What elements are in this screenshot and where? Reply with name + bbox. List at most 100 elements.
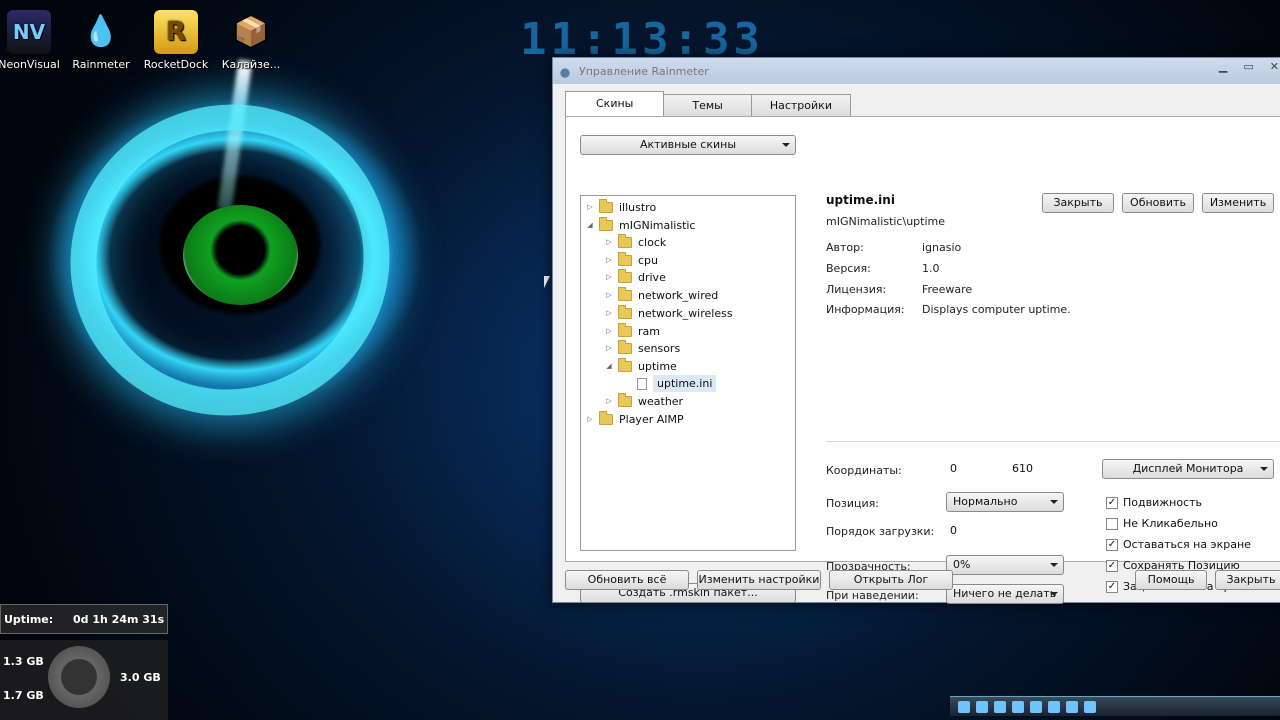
folder-icon — [618, 252, 632, 266]
expand-icon[interactable]: ▷ — [604, 252, 614, 269]
tree-node-mignimalistic[interactable]: ◢ mIGNimalistic — [585, 217, 695, 234]
tree-node-label: drive — [638, 271, 666, 284]
mouse-cursor — [544, 276, 550, 288]
folder-icon — [618, 340, 632, 354]
info-label: Информация: — [826, 303, 905, 316]
collapse-icon[interactable]: ◢ — [604, 358, 614, 375]
tree-node-illustro[interactable]: ▷ illustro — [585, 199, 656, 216]
tree-node-label: mIGNimalistic — [619, 219, 696, 232]
title-bar[interactable]: Управление Rainmeter — [553, 58, 1280, 84]
expand-icon[interactable]: ▷ — [585, 411, 595, 428]
coords-label: Координаты: — [826, 464, 902, 477]
expand-icon[interactable]: ▷ — [604, 269, 614, 286]
desktop-icon-rainmeter[interactable]: 💧 Rainmeter — [64, 10, 138, 71]
skins-tree: ▷ illustro ◢ mIGNimalistic ▷ clock ▷ cpu ▷ dr… — [580, 195, 796, 551]
keep-on-screen-checkbox[interactable]: ✓ Оставаться на экране — [1106, 538, 1251, 551]
installer-icon: 📦 — [233, 15, 269, 48]
edit-skin-button[interactable]: Изменить — [1202, 193, 1274, 213]
coord-x-field[interactable]: 0 — [950, 462, 957, 475]
tree-node-label: network_wireless — [638, 307, 733, 320]
minimize-icon[interactable]: ▁ — [1219, 60, 1227, 73]
tree-node-label: sensors — [638, 342, 681, 355]
expand-icon[interactable]: ▷ — [604, 393, 614, 410]
tree-node-label: uptime.ini — [653, 375, 717, 392]
folder-icon — [599, 411, 613, 425]
dock-item-icon[interactable] — [1066, 701, 1078, 713]
tree-node-network-wired[interactable]: ▷ network_wired — [604, 287, 718, 304]
tree-node-uptime-ini[interactable]: uptime.ini — [633, 375, 717, 392]
uptime-widget[interactable]: Uptime: 0d 1h 24m 31s — [0, 604, 168, 634]
rainmeter-window: Управление Rainmeter ▁ ▭ ✕ Скины Темы На… — [552, 57, 1280, 604]
tree-node-player-aimp[interactable]: ▷ Player AIMP — [585, 411, 684, 428]
open-log-button[interactable]: Открыть Лог — [829, 570, 953, 590]
tree-node-label: ram — [638, 325, 660, 338]
load-order-label: Порядок загрузки: — [826, 525, 935, 538]
folder-icon — [618, 305, 632, 319]
ini-file-icon — [637, 377, 647, 390]
folder-icon — [618, 358, 632, 372]
draggable-checkbox[interactable]: ✓ Подвижность — [1106, 496, 1202, 509]
tree-node-network-wireless[interactable]: ▷ network_wireless — [604, 305, 733, 322]
desktop-icon-label: Rainmeter — [72, 58, 130, 71]
dock-item-icon[interactable] — [976, 701, 988, 713]
hover-dropdown[interactable]: Ничего не делать — [946, 584, 1064, 604]
refresh-skin-button[interactable]: Обновить — [1122, 193, 1194, 213]
desktop-icon-neonvisual[interactable]: NV NeonVisual — [0, 10, 66, 71]
tab-skins[interactable]: Скины — [565, 91, 665, 116]
tree-node-ram[interactable]: ▷ ram — [604, 323, 660, 340]
position-dropdown[interactable]: Нормально — [946, 492, 1064, 512]
rainmeter-icon: 💧 — [82, 14, 120, 49]
collapse-icon[interactable]: ◢ — [585, 217, 595, 234]
tree-node-clock[interactable]: ▷ clock — [604, 234, 666, 251]
dock-item-icon[interactable] — [994, 701, 1006, 713]
tree-node-weather[interactable]: ▷ weather — [604, 393, 683, 410]
tree-node-drive[interactable]: ▷ drive — [604, 269, 666, 286]
transparency-value: 0% — [953, 558, 971, 571]
tree-node-cpu[interactable]: ▷ cpu — [604, 252, 658, 269]
expand-icon[interactable]: ▷ — [604, 287, 614, 304]
ram-widget[interactable]: 1.3 GB 1.7 GB 3.0 GB — [0, 640, 168, 720]
help-button[interactable]: Помощь — [1135, 570, 1207, 590]
folder-icon — [618, 393, 632, 407]
uptime-label: Uptime: — [4, 613, 54, 626]
click-through-checkbox[interactable]: Не Кликабельно — [1106, 517, 1218, 530]
expand-icon[interactable]: ▷ — [585, 199, 595, 216]
tab-themes[interactable]: Темы — [663, 94, 752, 116]
coord-y-field[interactable]: 610 — [1012, 462, 1033, 475]
position-label: Позиция: — [826, 497, 879, 510]
checkbox-empty-icon — [1106, 517, 1118, 530]
expand-icon[interactable]: ▷ — [604, 340, 614, 357]
dock-item-icon[interactable] — [1048, 701, 1060, 713]
dock-item-icon[interactable] — [958, 701, 970, 713]
refresh-all-button[interactable]: Обновить всё — [565, 570, 689, 590]
desktop-icon-label: NeonVisual — [0, 58, 60, 71]
tree-node-uptime[interactable]: ◢ uptime — [604, 358, 677, 375]
dock-item-icon[interactable] — [1030, 701, 1042, 713]
expand-icon[interactable]: ▷ — [604, 323, 614, 340]
close-icon[interactable]: ✕ — [1270, 60, 1279, 73]
uptime-value: 0d 1h 24m 31s — [73, 613, 165, 626]
load-order-field[interactable]: 0 — [950, 524, 957, 537]
monitor-value: Дисплей Монитора — [1132, 462, 1244, 475]
transparency-dropdown[interactable]: 0% — [946, 555, 1064, 575]
desktop-icon-rocketdock[interactable]: R RocketDock — [139, 10, 213, 71]
maximize-icon[interactable]: ▭ — [1243, 60, 1253, 73]
close-window-button[interactable]: Закрыть — [1215, 570, 1280, 590]
expand-icon[interactable]: ▷ — [604, 305, 614, 322]
author-label: Автор: — [826, 241, 864, 254]
folder-icon — [618, 234, 632, 248]
dock-item-icon[interactable] — [1012, 701, 1024, 713]
unload-skin-button[interactable]: Закрыть — [1042, 193, 1114, 213]
expand-icon[interactable]: ▷ — [604, 234, 614, 251]
active-skins-dropdown[interactable]: Активные скины — [580, 135, 796, 155]
rocketdock-icon: R — [154, 10, 198, 54]
edit-settings-button[interactable]: Изменить настройки — [697, 570, 821, 590]
tree-node-sensors[interactable]: ▷ sensors — [604, 340, 680, 357]
checkbox-label: Оставаться на экране — [1123, 538, 1251, 551]
dock-item-icon[interactable] — [1084, 701, 1096, 713]
desktop-icon-installer[interactable]: 📦 Калайзе... — [214, 10, 288, 71]
chevron-down-icon — [782, 143, 790, 147]
monitor-dropdown[interactable]: Дисплей Монитора — [1102, 459, 1274, 479]
ram-free: 1.7 GB — [3, 689, 44, 702]
tab-settings[interactable]: Настройки — [750, 94, 851, 116]
